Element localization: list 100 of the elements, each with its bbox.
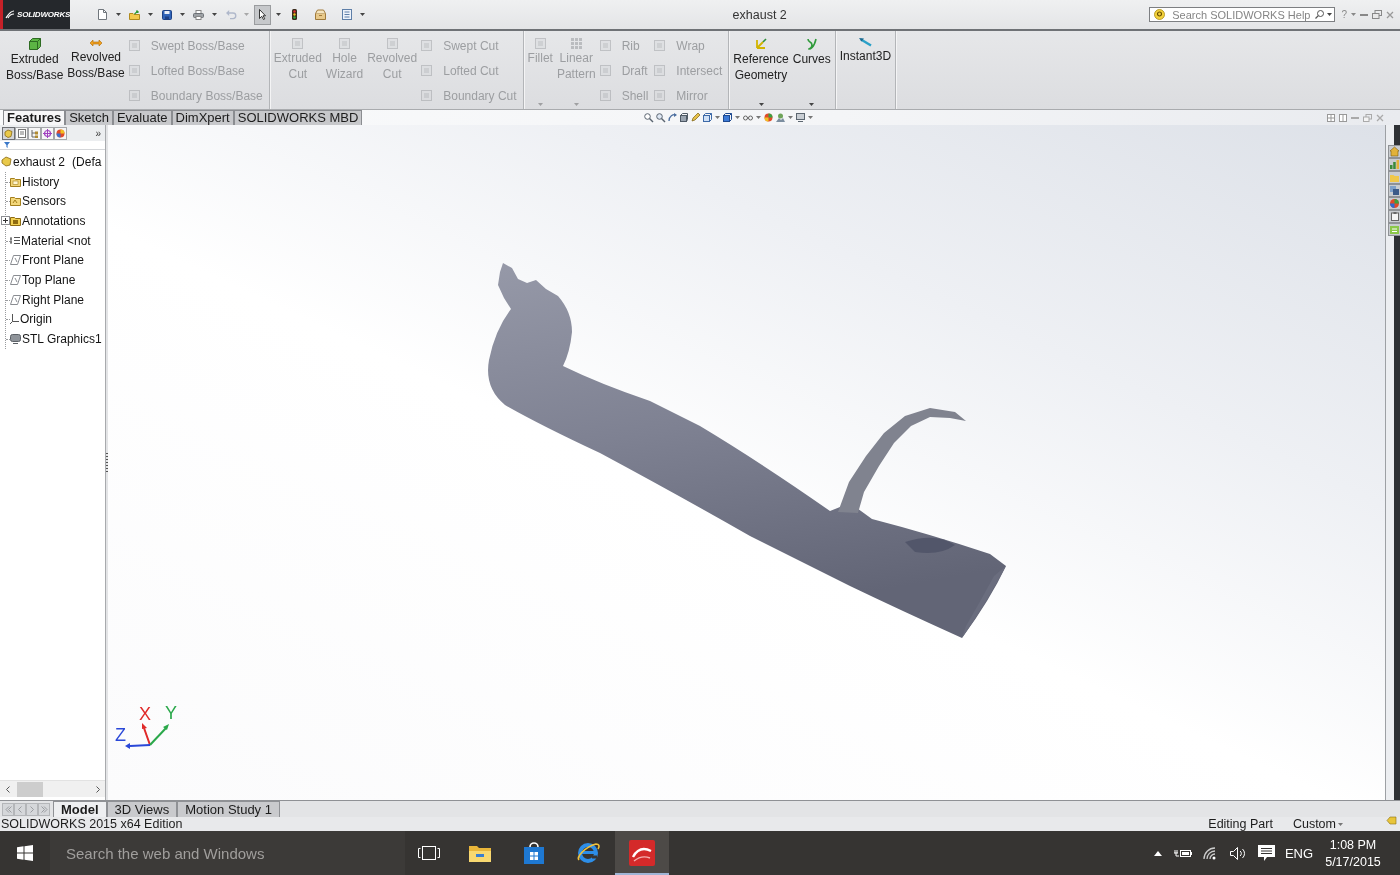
command-button[interactable]: Revolved Boss/Base — [65, 31, 127, 109]
language-button[interactable]: ENG — [1281, 831, 1317, 875]
plus-icon — [3, 218, 8, 224]
tree-item-label[interactable]: STL Graphics1 — [22, 332, 102, 347]
task-pane-tab[interactable] — [1388, 223, 1400, 236]
logo-wordmark: SOLIDWORKS — [17, 10, 71, 19]
horizontal-scrollbar[interactable] — [0, 780, 105, 797]
tree-item-label[interactable]: Material <not — [21, 233, 91, 248]
units-dropdown[interactable]: Custom — [1292, 817, 1343, 831]
restore-icon — [1363, 113, 1372, 122]
tile-view-button[interactable] — [1327, 113, 1335, 122]
view-toolbar-button[interactable] — [743, 114, 754, 121]
tree-item-label[interactable]: Sensors — [22, 194, 67, 209]
model-tab[interactable]: Motion Study 1 — [177, 801, 280, 817]
expand-toggle[interactable] — [1, 216, 10, 226]
taskbar-app-button[interactable] — [615, 831, 669, 875]
help-search-field[interactable]: Search SOLIDWORKS Help — [1149, 7, 1336, 22]
command-button[interactable]: Instant3D — [837, 31, 894, 109]
double-arrow-icon — [90, 38, 103, 48]
panel-tab[interactable] — [28, 127, 41, 140]
clock-date[interactable]: 5/17/2015 — [1325, 854, 1381, 869]
double-chevron-left-icon — [4, 805, 12, 813]
tree-item-label[interactable]: Annotations — [22, 213, 86, 228]
view-toolbar-button[interactable] — [680, 113, 689, 122]
axes-icon — [10, 314, 19, 325]
minimize-button[interactable] — [1360, 13, 1368, 16]
command-tab[interactable]: SOLIDWORKS MBD — [233, 110, 363, 125]
logo-mark-icon — [5, 10, 15, 19]
toolbar-button[interactable] — [254, 4, 271, 25]
tile-icon — [1339, 113, 1347, 122]
panel-tab[interactable] — [15, 127, 28, 140]
search-icon — [1315, 10, 1325, 19]
tree-item-label[interactable]: History — [22, 174, 60, 189]
task-pane-tab[interactable] — [1388, 158, 1400, 171]
view-toolbar-button[interactable] — [644, 113, 654, 122]
plane-icon — [10, 294, 21, 305]
command-tab[interactable]: Evaluate — [112, 110, 172, 125]
panel-tab[interactable] — [41, 127, 54, 140]
app-logo[interactable]: SOLIDWORKS — [0, 0, 70, 29]
command-button[interactable]: Reference Geometry — [731, 31, 791, 109]
tile-icon — [339, 38, 350, 49]
folder-icon — [10, 215, 21, 226]
split-view-button[interactable] — [1339, 113, 1347, 122]
view-toolbar-button[interactable] — [796, 113, 806, 122]
task-pane-tab[interactable] — [1388, 145, 1400, 158]
plane-icon — [10, 255, 21, 266]
command-tab[interactable]: Sketch — [65, 110, 113, 125]
restore-button[interactable] — [1372, 10, 1382, 19]
command-tab[interactable]: DimXpert — [171, 110, 234, 125]
tree-item-label[interactable]: Top Plane — [22, 272, 76, 287]
tree-item-label[interactable]: Origin — [20, 312, 52, 327]
panel-tab[interactable] — [2, 127, 15, 140]
caret-icon — [1338, 822, 1343, 826]
view-toolbar-button[interactable] — [764, 113, 774, 122]
view-toolbar-button[interactable] — [808, 116, 814, 119]
search-field[interactable]: Search the web and Windows — [50, 831, 405, 875]
command-button[interactable]: Extruded Boss/Base — [4, 31, 66, 109]
mode-text: Editing Part — [1208, 817, 1273, 831]
magnifier-icon — [644, 113, 654, 122]
chevron-right-icon — [95, 785, 100, 793]
view-toolbar-button[interactable] — [756, 116, 762, 119]
panel-tab[interactable] — [54, 127, 67, 140]
undo-arrow-icon — [225, 10, 236, 19]
clock-time[interactable]: 1:08 PM — [1329, 837, 1377, 852]
view-toolbar-button[interactable] — [715, 116, 721, 119]
close-button[interactable] — [1386, 10, 1394, 19]
more-tabs-button[interactable]: » — [95, 127, 101, 140]
command-button[interactable]: Curves — [790, 31, 833, 109]
tree-item-label[interactable]: exhaust 2 — [13, 154, 66, 169]
cube-section-icon — [680, 113, 689, 122]
sphere-icon — [56, 129, 65, 138]
caret-icon — [756, 116, 762, 119]
task-pane-tab[interactable] — [1388, 197, 1400, 210]
view-toolbar-button[interactable] — [788, 116, 794, 119]
edition-text: SOLIDWORKS 2015 x64 Edition — [1, 817, 183, 831]
dropdown-button[interactable] — [1351, 13, 1356, 16]
caret-icon — [180, 13, 185, 16]
task-pane-tab[interactable] — [1388, 210, 1400, 223]
volume-icon — [1230, 846, 1246, 860]
view-toolbar-button[interactable] — [691, 113, 701, 122]
caret-icon — [212, 13, 217, 16]
tile-icon — [421, 65, 433, 76]
view-toolbar-button[interactable] — [723, 113, 733, 122]
tile-icon — [386, 38, 398, 49]
tree-item-label[interactable]: Right Plane — [22, 292, 85, 307]
model-tab[interactable]: Model — [53, 801, 107, 817]
view-toolbar-button[interactable] — [703, 113, 713, 122]
tree-item-label[interactable]: Front Plane — [22, 253, 85, 268]
task-pane-tab[interactable] — [1388, 184, 1400, 197]
view-toolbar-button[interactable] — [656, 113, 666, 122]
shopping-bag-icon — [523, 842, 545, 864]
scrollbar-thumb[interactable] — [17, 781, 43, 797]
restore-button[interactable] — [1363, 113, 1372, 122]
model-tab[interactable]: 3D Views — [106, 801, 178, 817]
arrow-icon — [858, 38, 872, 47]
command-tab[interactable]: Features — [3, 110, 66, 125]
view-toolbar-button[interactable] — [735, 116, 741, 119]
tile-icon — [128, 90, 140, 101]
help-icon — [1154, 9, 1166, 20]
view-toolbar-button[interactable] — [668, 113, 678, 122]
